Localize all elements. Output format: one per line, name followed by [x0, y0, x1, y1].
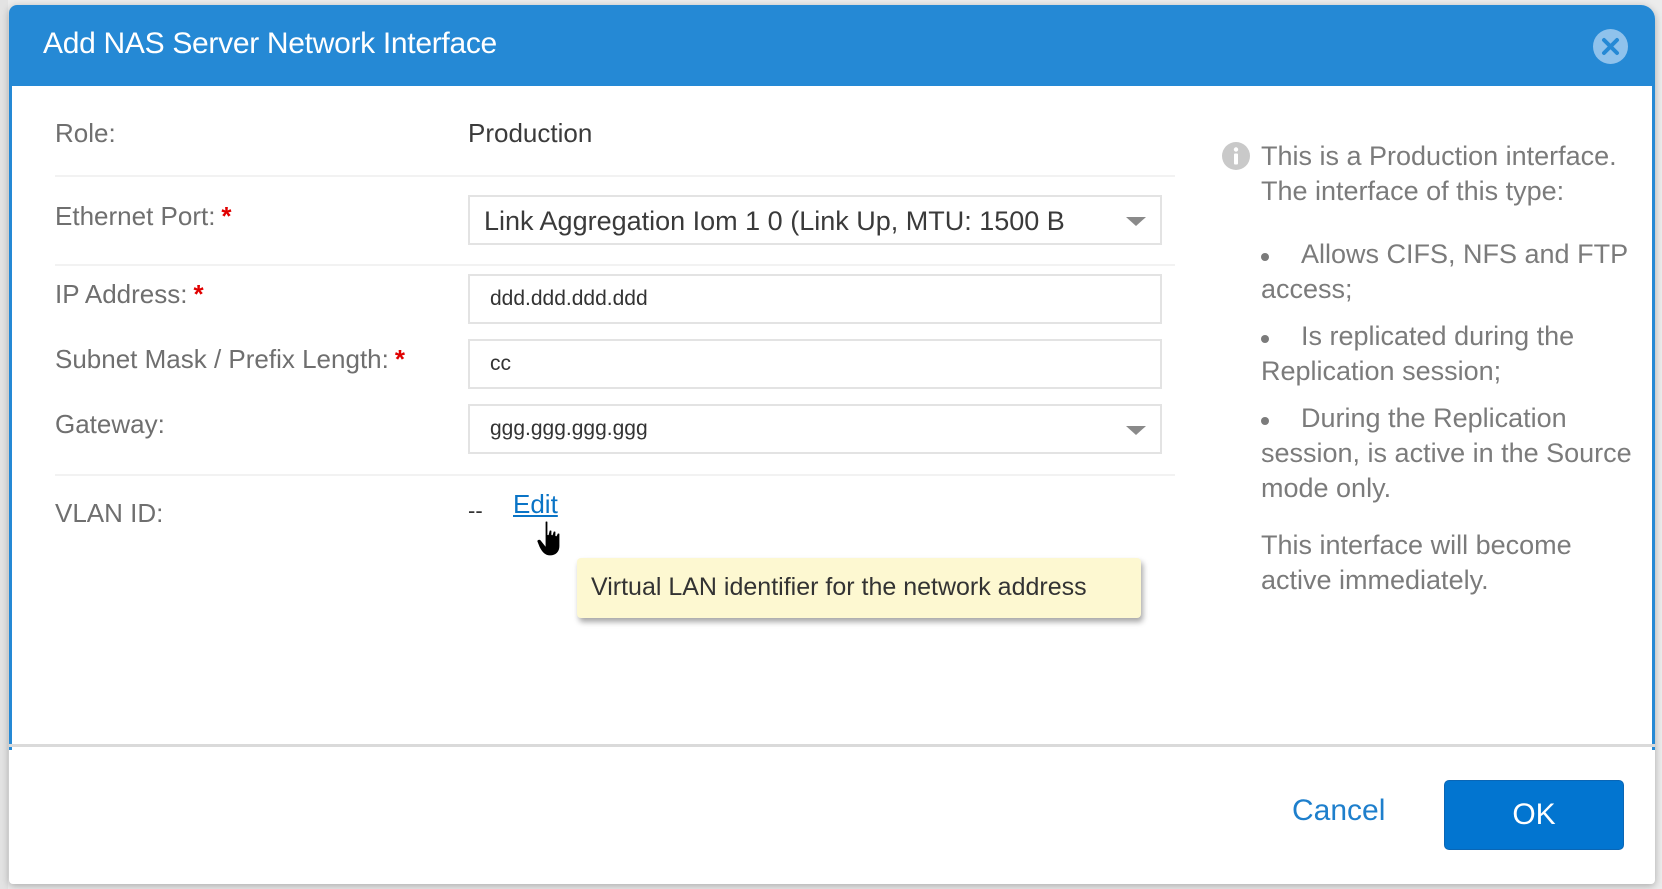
- info-panel: This is a Production interface. The inte…: [1261, 139, 1641, 598]
- close-button[interactable]: [1593, 29, 1628, 64]
- footer-divider: [9, 744, 1655, 747]
- ip-address-value: ddd.ddd.ddd.ddd: [490, 287, 648, 310]
- subnet-input[interactable]: cc: [468, 339, 1162, 389]
- subnet-label-text: Subnet Mask / Prefix Length:: [55, 344, 389, 374]
- chevron-down-icon: [1126, 426, 1146, 435]
- gateway-label: Gateway:: [55, 409, 165, 440]
- info-outro: This interface will become active immedi…: [1261, 530, 1572, 595]
- ethernet-port-label: Ethernet Port: *: [55, 201, 232, 232]
- vlan-tooltip: Virtual LAN identifier for the network a…: [577, 558, 1141, 618]
- required-asterisk: *: [221, 201, 232, 231]
- role-label: Role:: [55, 118, 116, 149]
- ok-button[interactable]: OK: [1444, 780, 1624, 850]
- dialog-border-right: [1652, 86, 1655, 750]
- gateway-label-text: Gateway:: [55, 409, 165, 439]
- ip-address-label-text: IP Address:: [55, 279, 188, 309]
- dialog-title: Add NAS Server Network Interface: [43, 27, 497, 60]
- ethernet-port-select[interactable]: Link Aggregation Iom 1 0 (Link Up, MTU: …: [468, 195, 1162, 245]
- vlan-id-label-text: VLAN ID:: [55, 498, 164, 528]
- hand-pointer-cursor-icon: [536, 520, 561, 557]
- row-divider: [55, 175, 1175, 177]
- close-icon: [1602, 38, 1619, 55]
- vlan-id-value: --: [468, 498, 483, 523]
- gateway-value: ggg.ggg.ggg.ggg: [490, 417, 648, 440]
- dialog-header: Add NAS Server Network Interface: [9, 5, 1655, 86]
- background-page-edge: [0, 0, 8, 889]
- dialog-border-left: [9, 86, 12, 750]
- subnet-value: cc: [490, 352, 511, 375]
- chevron-down-icon: [1126, 217, 1146, 226]
- ip-address-input[interactable]: ddd.ddd.ddd.ddd: [468, 274, 1162, 324]
- info-bullet: During the Replication session, is activ…: [1261, 401, 1641, 506]
- info-bullet: Is replicated during the Replication ses…: [1261, 319, 1641, 389]
- add-nas-interface-dialog: Add NAS Server Network Interface Role: P…: [9, 5, 1655, 884]
- row-divider: [55, 474, 1175, 476]
- vlan-edit-link[interactable]: Edit: [513, 489, 558, 520]
- role-value: Production: [468, 118, 593, 148]
- gateway-combobox[interactable]: ggg.ggg.ggg.ggg: [468, 404, 1162, 454]
- info-bullet-list: Allows CIFS, NFS and FTP access; Is repl…: [1261, 237, 1641, 506]
- role-label-text: Role:: [55, 118, 116, 148]
- required-asterisk: *: [394, 344, 405, 374]
- ethernet-port-label-text: Ethernet Port:: [55, 201, 216, 231]
- ip-address-label: IP Address: *: [55, 279, 204, 310]
- info-icon: [1222, 142, 1250, 170]
- tooltip-text: Virtual LAN identifier for the network a…: [591, 573, 1087, 601]
- cancel-button[interactable]: Cancel: [1292, 794, 1385, 828]
- vlan-id-label: VLAN ID:: [55, 498, 163, 529]
- row-divider: [55, 264, 1175, 266]
- subnet-label: Subnet Mask / Prefix Length: *: [55, 344, 405, 375]
- ethernet-port-selected-value: Link Aggregation Iom 1 0 (Link Up, MTU: …: [484, 206, 1065, 236]
- required-asterisk: *: [193, 279, 204, 309]
- info-intro: This is a Production interface. The inte…: [1261, 141, 1617, 206]
- info-bullet: Allows CIFS, NFS and FTP access;: [1261, 237, 1641, 307]
